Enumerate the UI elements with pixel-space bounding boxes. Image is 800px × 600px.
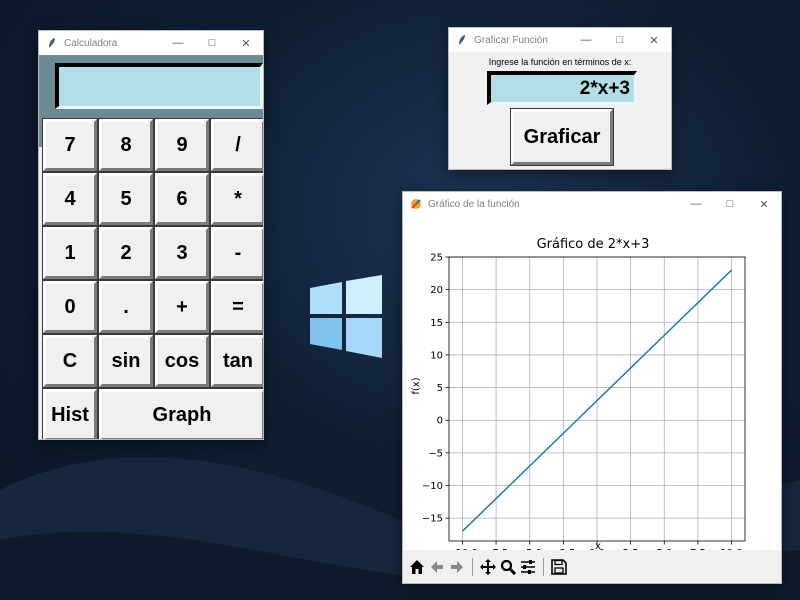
y-tick-label: 15: [430, 318, 443, 329]
pan-icon[interactable]: [478, 557, 498, 577]
y-tick-label: −15: [422, 514, 443, 525]
zoom-icon[interactable]: [498, 557, 518, 577]
plot-titlebar[interactable]: Gráfico de la función — □ ✕: [403, 192, 781, 216]
forward-arrow-icon[interactable]: [447, 557, 467, 577]
key-9[interactable]: 9: [154, 118, 210, 172]
graficar-titlebar[interactable]: Graficar Función — □ ✕: [449, 28, 671, 52]
key-3[interactable]: 3: [154, 226, 210, 280]
key-multiply[interactable]: *: [210, 172, 263, 226]
plot-window: Gráfico de la función — □ ✕ Gráfico de 2…: [402, 191, 782, 584]
window-title: Calculadora: [64, 37, 118, 49]
y-axis-label: f(x): [411, 377, 422, 394]
key-5[interactable]: 5: [98, 172, 154, 226]
configure-subplots-icon[interactable]: [518, 557, 538, 577]
key-graph[interactable]: Graph: [98, 388, 263, 439]
feather-icon: [45, 36, 59, 50]
key-4[interactable]: 4: [42, 172, 98, 226]
minimize-button[interactable]: —: [161, 31, 195, 55]
navigation-toolbar: [403, 550, 781, 583]
function-prompt-label: Ingrese la función en términos de x:: [488, 57, 632, 67]
y-tick-label: 0: [437, 416, 443, 427]
maximize-button[interactable]: □: [195, 31, 229, 55]
y-tick-label: 25: [430, 253, 443, 264]
toolbar-separator: [543, 557, 544, 576]
key-6[interactable]: 6: [154, 172, 210, 226]
key-decimal[interactable]: .: [98, 280, 154, 334]
graficar-window: Graficar Función — □ ✕ Ingrese la funció…: [448, 27, 672, 170]
maximize-button[interactable]: □: [603, 28, 637, 52]
close-button[interactable]: ✕: [747, 192, 781, 216]
close-button[interactable]: ✕: [229, 31, 263, 55]
windows-logo-icon: [310, 275, 382, 358]
calculator-window: Calculadora — □ ✕ 7 8 9/ 4 5 6 * 1 2 3- 0. + = Csin co…: [38, 30, 264, 440]
back-arrow-icon[interactable]: [427, 557, 447, 577]
minimize-button[interactable]: —: [569, 28, 603, 52]
maximize-button[interactable]: □: [713, 192, 747, 216]
key-8[interactable]: 8: [98, 118, 154, 172]
key-1[interactable]: 1: [42, 226, 98, 280]
close-button[interactable]: ✕: [637, 28, 671, 52]
minimize-button[interactable]: —: [679, 192, 713, 216]
save-icon[interactable]: [549, 557, 569, 577]
function-chart: Gráfico de 2*x+3 x f(x) −10.0−7.5−5.0−2.…: [411, 237, 746, 553]
graficar-button[interactable]: Graficar: [510, 108, 614, 166]
y-tick-label: −5: [428, 448, 443, 459]
key-add[interactable]: +: [154, 280, 210, 334]
key-sin[interactable]: sin: [98, 334, 154, 388]
y-tick-label: 10: [430, 350, 443, 361]
feather-icon: [455, 33, 469, 47]
key-0[interactable]: 0: [42, 280, 98, 334]
y-tick-label: 5: [437, 383, 443, 394]
key-tan[interactable]: tan: [210, 334, 263, 388]
chart-ticks: −10.0−7.5−5.0−2.50.02.55.07.510.0−15−10−…: [422, 253, 743, 553]
y-tick-label: 20: [430, 285, 443, 296]
key-subtract[interactable]: -: [210, 226, 263, 280]
chart-title: Gráfico de 2*x+3: [537, 237, 650, 252]
window-title: Graficar Función: [474, 34, 548, 46]
y-tick-label: −10: [422, 481, 443, 492]
calculator-display[interactable]: [55, 63, 263, 109]
key-clear[interactable]: C: [42, 334, 98, 388]
function-input[interactable]: 2*x+3: [487, 71, 637, 105]
key-cos[interactable]: cos: [154, 334, 210, 388]
home-icon[interactable]: [407, 557, 427, 577]
matplotlib-icon: [409, 197, 423, 211]
key-divide[interactable]: /: [210, 118, 263, 172]
calculator-titlebar[interactable]: Calculadora — □ ✕: [39, 31, 263, 55]
key-2[interactable]: 2: [98, 226, 154, 280]
toolbar-separator: [472, 557, 473, 576]
key-equals[interactable]: =: [210, 280, 263, 334]
key-hist[interactable]: Hist: [42, 388, 98, 439]
key-7[interactable]: 7: [42, 118, 98, 172]
window-title: Gráfico de la función: [428, 198, 520, 210]
